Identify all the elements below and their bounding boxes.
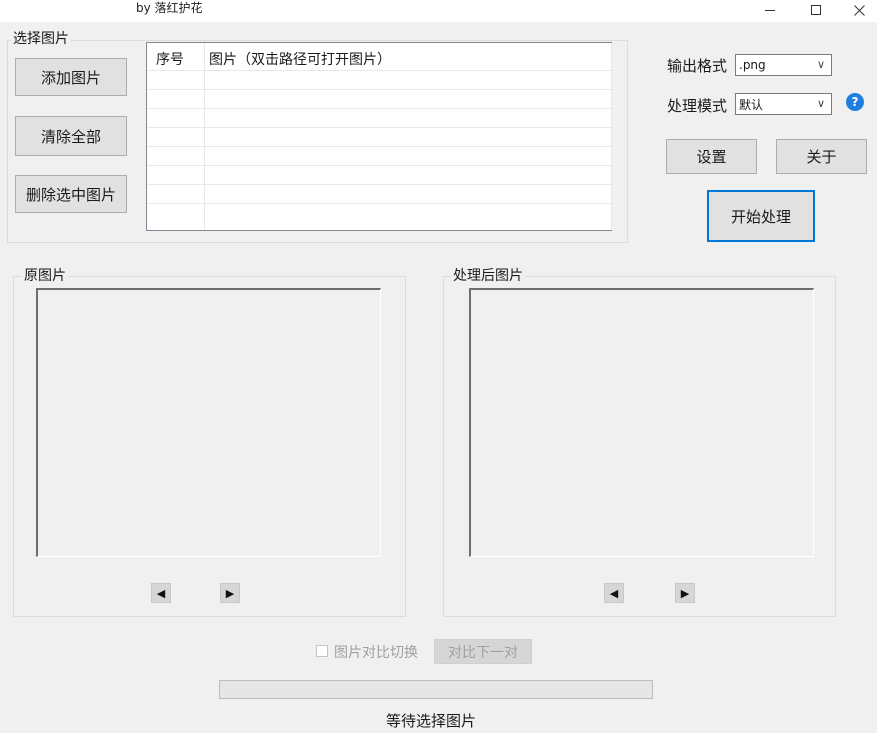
row-divider bbox=[147, 127, 611, 128]
help-icon[interactable]: ? bbox=[846, 93, 864, 111]
original-prev-button[interactable]: ◀ bbox=[151, 583, 171, 603]
progress-bar bbox=[219, 680, 653, 699]
process-mode-select[interactable]: 默认 ∨ bbox=[735, 93, 832, 115]
processed-image-view[interactable] bbox=[469, 288, 814, 557]
process-mode-label: 处理模式 bbox=[667, 97, 728, 115]
window-title: by 落红护花 bbox=[136, 1, 203, 15]
row-divider bbox=[147, 165, 611, 166]
column-header-image-path[interactable]: 图片（双击路径可打开图片） bbox=[209, 49, 391, 69]
settings-button[interactable]: 设置 bbox=[666, 139, 757, 174]
column-divider bbox=[611, 43, 612, 230]
maximize-button[interactable] bbox=[798, 0, 834, 20]
title-bar bbox=[0, 0, 877, 22]
row-divider bbox=[147, 89, 611, 90]
clear-all-button[interactable]: 清除全部 bbox=[15, 116, 127, 156]
compare-toggle-label: 图片对比切换 bbox=[334, 645, 418, 661]
output-format-select[interactable]: .png ∨ bbox=[735, 54, 832, 76]
minimize-button[interactable] bbox=[752, 0, 788, 20]
status-text: 等待选择图片 bbox=[386, 712, 477, 730]
process-mode-value: 默认 bbox=[739, 97, 764, 112]
row-divider bbox=[147, 146, 611, 147]
original-next-button[interactable]: ▶ bbox=[220, 583, 240, 603]
next-pair-button[interactable]: 对比下一对 bbox=[434, 639, 532, 664]
chevron-down-icon: ∨ bbox=[816, 58, 825, 71]
triangle-right-icon: ▶ bbox=[225, 586, 235, 600]
column-header-index[interactable]: 序号 bbox=[156, 49, 184, 69]
output-format-value: .png bbox=[739, 58, 766, 72]
row-divider bbox=[147, 70, 611, 71]
compare-toggle-checkbox[interactable] bbox=[316, 645, 328, 657]
triangle-left-icon: ◀ bbox=[156, 586, 166, 600]
original-image-view[interactable] bbox=[36, 288, 381, 557]
close-button[interactable] bbox=[841, 0, 877, 20]
processed-image-group-title: 处理后图片 bbox=[451, 268, 525, 284]
triangle-right-icon: ▶ bbox=[680, 586, 690, 600]
processed-prev-button[interactable]: ◀ bbox=[604, 583, 624, 603]
row-divider bbox=[147, 203, 611, 204]
select-images-group-title: 选择图片 bbox=[11, 31, 71, 47]
processed-next-button[interactable]: ▶ bbox=[675, 583, 695, 603]
triangle-left-icon: ◀ bbox=[609, 586, 619, 600]
chevron-down-icon: ∨ bbox=[816, 97, 825, 110]
start-processing-button[interactable]: 开始处理 bbox=[707, 190, 815, 242]
row-divider bbox=[147, 108, 611, 109]
original-image-group-title: 原图片 bbox=[22, 268, 68, 284]
about-button[interactable]: 关于 bbox=[776, 139, 867, 174]
maximize-icon bbox=[811, 5, 821, 15]
close-icon bbox=[853, 4, 865, 16]
image-list-table[interactable]: 序号 图片（双击路径可打开图片） bbox=[146, 42, 612, 231]
column-divider bbox=[204, 43, 205, 230]
delete-selected-button[interactable]: 删除选中图片 bbox=[15, 175, 127, 213]
minimize-icon bbox=[765, 9, 775, 11]
output-format-label: 输出格式 bbox=[667, 57, 728, 75]
add-image-button[interactable]: 添加图片 bbox=[15, 58, 127, 96]
row-divider bbox=[147, 184, 611, 185]
